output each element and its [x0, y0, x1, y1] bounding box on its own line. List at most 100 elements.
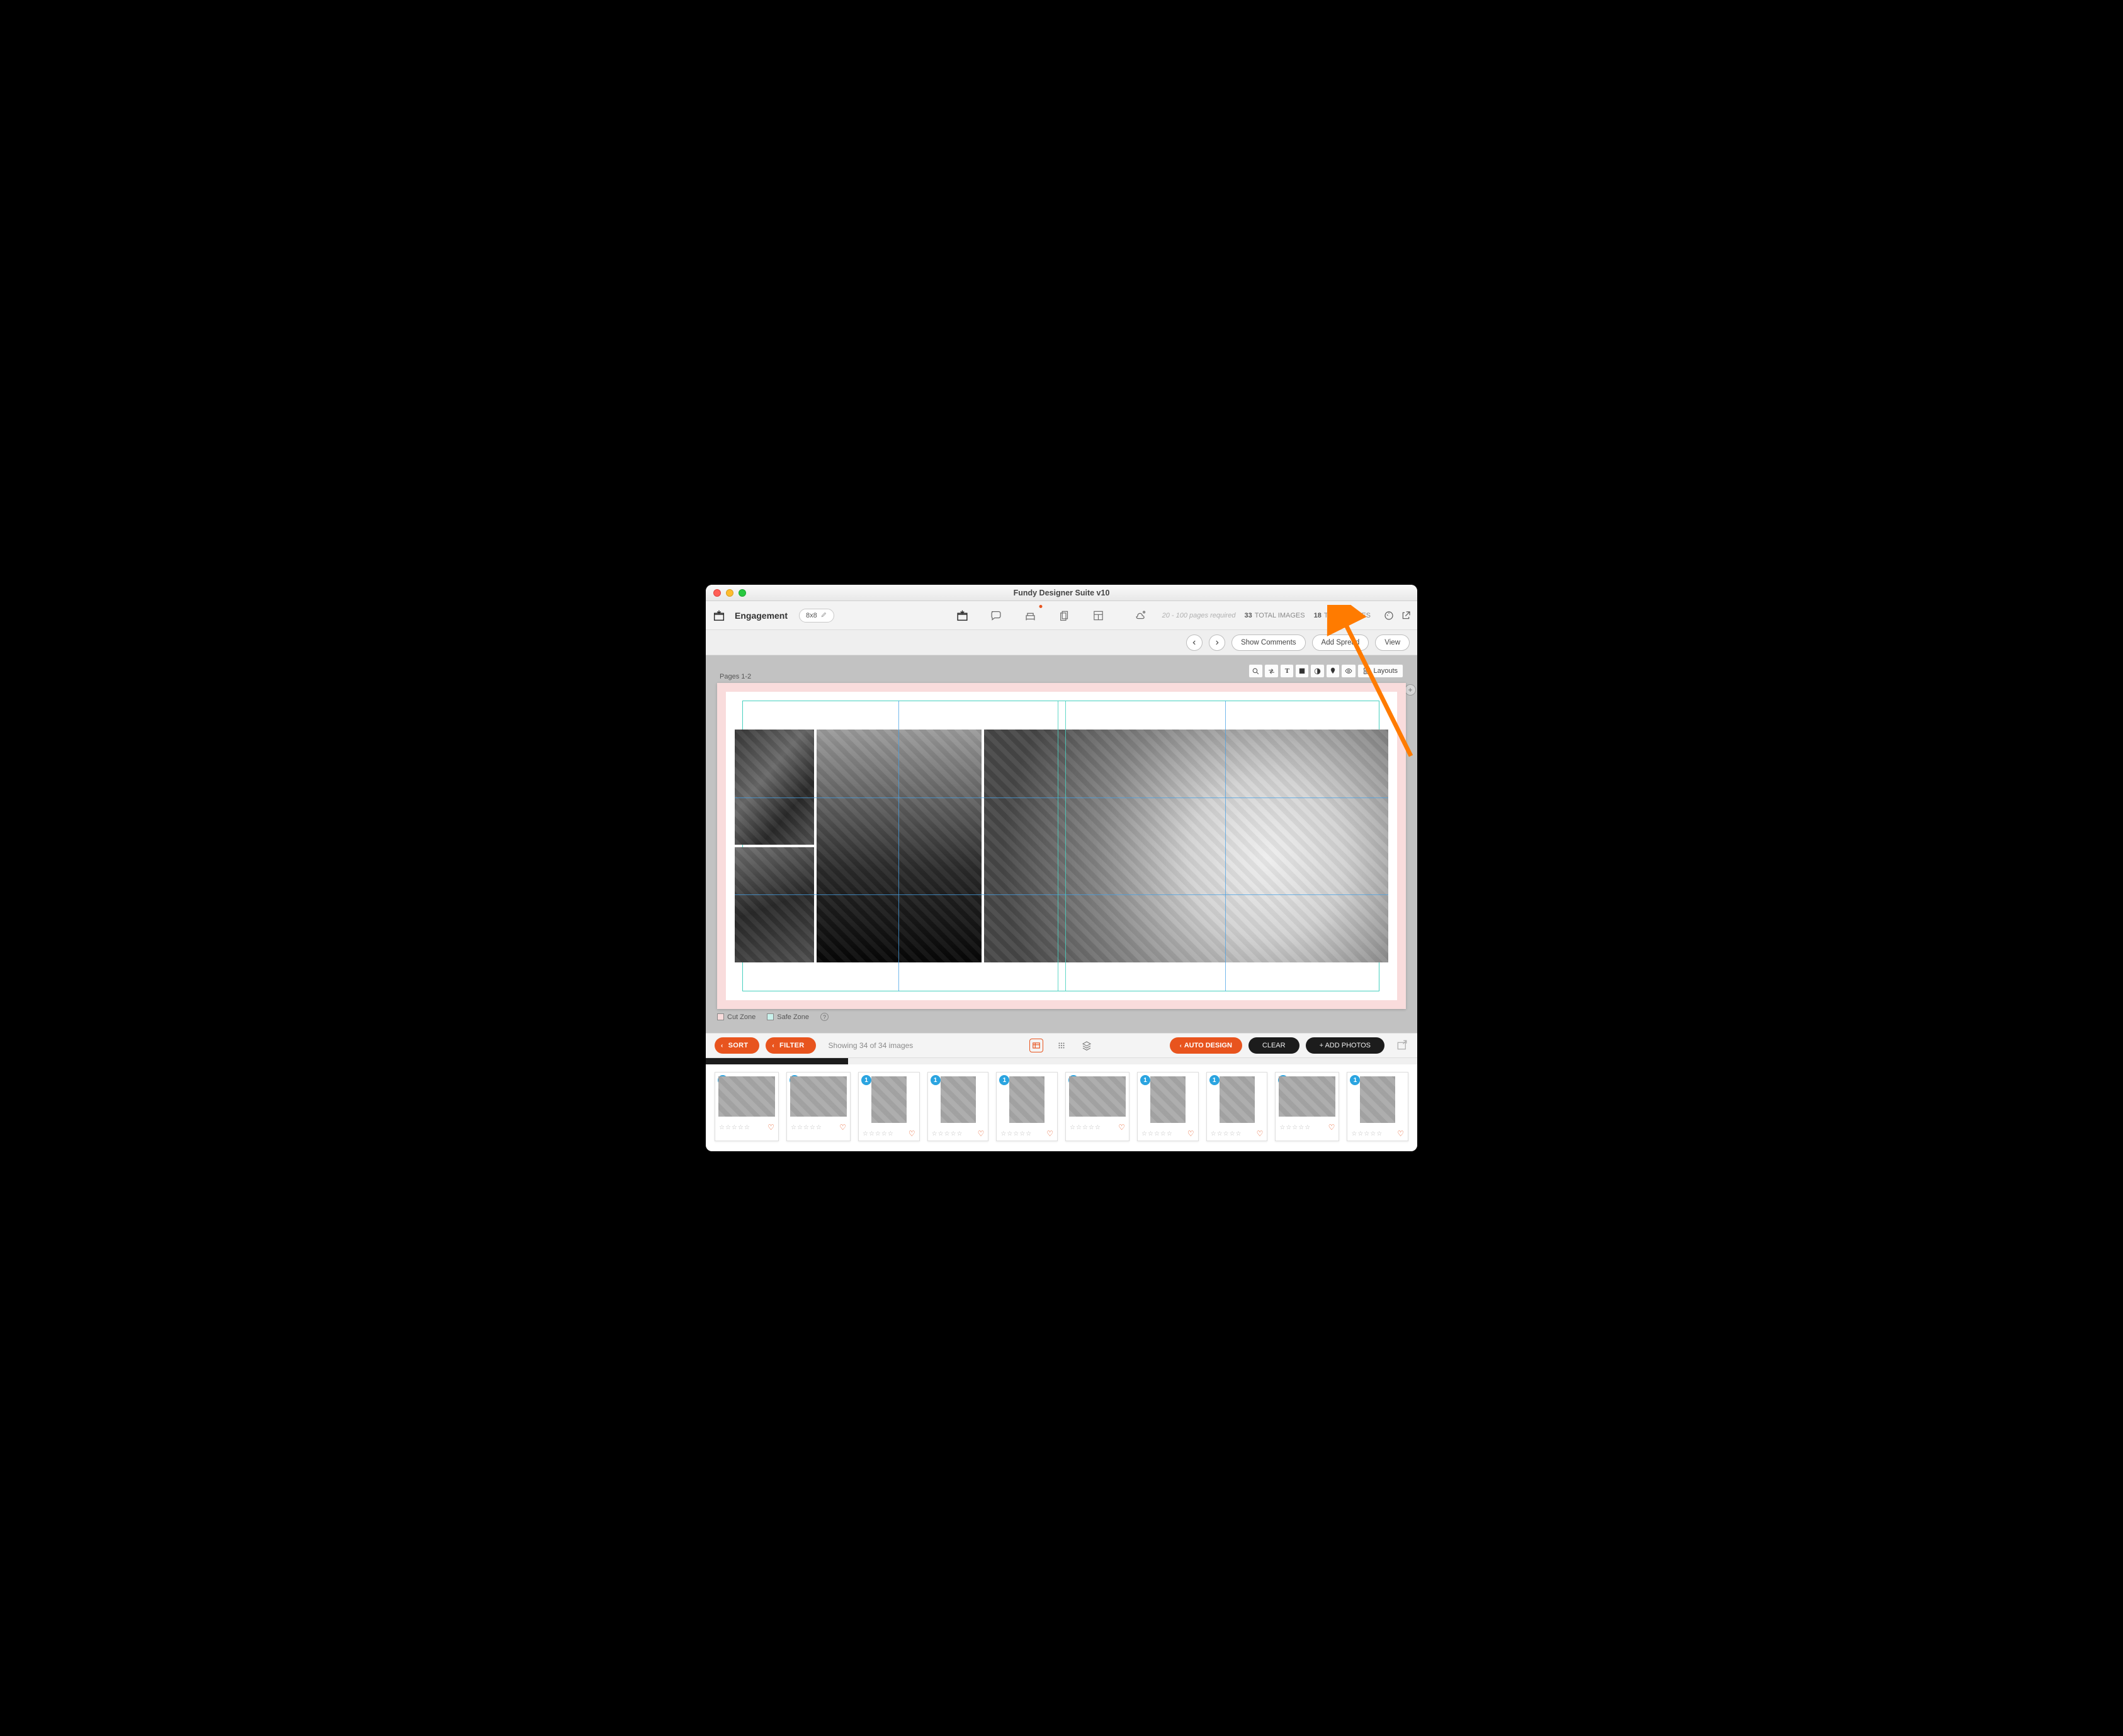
- app-title: Fundy Designer Suite v10: [706, 589, 1417, 597]
- thumbnail-card[interactable]: 1☆☆☆☆☆♡: [927, 1072, 989, 1141]
- swap-tool-icon[interactable]: [1264, 664, 1279, 678]
- spread-image-2[interactable]: [735, 847, 814, 962]
- pin-tool-icon[interactable]: [1326, 664, 1340, 678]
- thumbnail-card[interactable]: 1☆☆☆☆☆♡: [1275, 1072, 1339, 1141]
- rating-stars[interactable]: ☆☆☆☆☆: [1141, 1130, 1173, 1137]
- cut-zone-legend: Cut Zone: [717, 1013, 756, 1021]
- thumbnail-footer: ☆☆☆☆☆ ♡: [1211, 1127, 1264, 1138]
- toolbar-stats: 20 - 100 pages required 33TOTAL IMAGES 1…: [1162, 610, 1411, 621]
- paint-mode-icon[interactable]: [1133, 607, 1150, 624]
- usage-badge: 1: [1140, 1075, 1150, 1085]
- add-spread-button[interactable]: Add Spread: [1312, 634, 1369, 651]
- next-spread-button[interactable]: [1209, 634, 1225, 651]
- favorite-heart-icon[interactable]: ♡: [978, 1129, 985, 1138]
- visibility-tool-icon[interactable]: [1341, 664, 1356, 678]
- image-well: 1☆☆☆☆☆♡1☆☆☆☆☆♡1☆☆☆☆☆♡1☆☆☆☆☆♡1☆☆☆☆☆♡1☆☆☆☆…: [706, 1064, 1417, 1151]
- thumbnail-card[interactable]: 1 ☆☆☆☆☆ ♡: [1206, 1072, 1268, 1141]
- thumbnail-card[interactable]: 1☆☆☆☆☆♡: [715, 1072, 779, 1141]
- album-mode-icon[interactable]: [954, 607, 971, 624]
- thumbnail-footer: ☆☆☆☆☆ ♡: [791, 1120, 846, 1132]
- rating-stars[interactable]: ☆☆☆☆☆: [863, 1130, 894, 1137]
- thumbnail-card[interactable]: 1☆☆☆☆☆♡: [1347, 1072, 1408, 1141]
- thumbnail-image[interactable]: [871, 1076, 907, 1123]
- favorite-heart-icon[interactable]: ♡: [1328, 1123, 1335, 1132]
- favorite-heart-icon[interactable]: ♡: [839, 1123, 846, 1132]
- thumbnail-card[interactable]: 1☆☆☆☆☆♡: [1065, 1072, 1129, 1141]
- rating-stars[interactable]: ☆☆☆☆☆: [719, 1124, 750, 1131]
- show-comments-button[interactable]: Show Comments: [1231, 634, 1306, 651]
- app-window: Fundy Designer Suite v10 ▾ Engagement 8x…: [706, 585, 1417, 1151]
- image-count-status: Showing 34 of 34 images: [829, 1041, 914, 1050]
- album-size-pill[interactable]: 8x8: [799, 609, 834, 623]
- cards-mode-icon[interactable]: [1056, 607, 1073, 624]
- spread-image-4[interactable]: [984, 730, 1388, 962]
- thumbnail-image[interactable]: [1009, 1076, 1045, 1123]
- main-toolbar: Engagement 8x8: [706, 601, 1417, 630]
- add-photos-button[interactable]: + ADD PHOTOS: [1306, 1037, 1384, 1054]
- favorite-heart-icon[interactable]: ♡: [1397, 1129, 1404, 1138]
- rating-stars[interactable]: ☆☆☆☆☆: [932, 1130, 963, 1137]
- filter-button[interactable]: ‹FILTER: [766, 1037, 815, 1054]
- project-icon[interactable]: [712, 609, 726, 623]
- spread-image-1[interactable]: [735, 730, 814, 845]
- album-size-value: 8x8: [806, 612, 817, 619]
- thumbnail-image[interactable]: [1150, 1076, 1186, 1123]
- thumbnail-image[interactable]: [1069, 1076, 1126, 1117]
- rating-stars[interactable]: ☆☆☆☆☆: [1000, 1130, 1032, 1137]
- thumbnail-image[interactable]: [1220, 1076, 1255, 1123]
- thumbnail-card[interactable]: 1 ☆☆☆☆☆ ♡: [1137, 1072, 1199, 1141]
- thumbnail-image[interactable]: [1279, 1076, 1335, 1117]
- favorite-heart-icon[interactable]: ♡: [1118, 1123, 1125, 1132]
- thumbnail-image[interactable]: [790, 1076, 847, 1117]
- spread-image-3[interactable]: [817, 730, 982, 962]
- furniture-mode-icon[interactable]: [1022, 607, 1039, 624]
- thumbnail-card[interactable]: 1☆☆☆☆☆♡: [786, 1072, 851, 1141]
- sort-button[interactable]: ‹SORT: [715, 1037, 759, 1054]
- thumbnail-footer: ☆☆☆☆☆ ♡: [932, 1127, 985, 1138]
- expand-well-icon[interactable]: [1396, 1039, 1408, 1052]
- thumbnail-image[interactable]: [718, 1076, 775, 1117]
- popout-icon[interactable]: [1401, 610, 1411, 621]
- view-button[interactable]: View: [1375, 634, 1410, 651]
- rating-stars[interactable]: ☆☆☆☆☆: [1211, 1130, 1242, 1137]
- favorite-heart-icon[interactable]: ♡: [1046, 1129, 1053, 1138]
- layout-mode-icon[interactable]: [1090, 607, 1107, 624]
- zoom-tool-icon[interactable]: [1248, 664, 1263, 678]
- text-tool-icon[interactable]: T: [1280, 664, 1294, 678]
- thumbnail-card[interactable]: 1☆☆☆☆☆♡: [858, 1072, 920, 1141]
- mode-switcher: [954, 607, 1150, 624]
- album-spread[interactable]: [726, 692, 1397, 1000]
- titlebar: Fundy Designer Suite v10 ▾: [706, 585, 1417, 601]
- usage-badge: 1: [1209, 1075, 1220, 1085]
- legend-help-icon[interactable]: ?: [820, 1013, 829, 1021]
- rating-stars[interactable]: ☆☆☆☆☆: [1279, 1124, 1311, 1131]
- layouts-button[interactable]: Layouts: [1357, 664, 1403, 678]
- rating-stars[interactable]: ☆☆☆☆☆: [1351, 1130, 1383, 1137]
- stack-view-icon[interactable]: [1080, 1039, 1094, 1052]
- thumbnail-image[interactable]: [941, 1076, 976, 1123]
- usage-badge: 1: [999, 1075, 1009, 1085]
- grid-view-icon[interactable]: [1029, 1039, 1043, 1052]
- thumbnail-image[interactable]: [1360, 1076, 1395, 1123]
- thumbnail-footer: ☆☆☆☆☆ ♡: [1141, 1127, 1194, 1138]
- thumbnail-card[interactable]: 1 ☆☆☆☆☆ ♡: [996, 1072, 1058, 1141]
- sync-icon[interactable]: [1383, 610, 1395, 621]
- rating-stars[interactable]: ☆☆☆☆☆: [791, 1124, 822, 1131]
- add-spread-inline-button[interactable]: +: [1405, 684, 1416, 696]
- favorite-heart-icon[interactable]: ♡: [1257, 1129, 1264, 1138]
- total-pages-stat: 18TOTAL PAGES: [1314, 612, 1371, 619]
- rating-stars[interactable]: ☆☆☆☆☆: [1070, 1124, 1101, 1131]
- pages-required: 20 - 100 pages required: [1162, 612, 1236, 619]
- thumbnail-footer: ☆☆☆☆☆ ♡: [1279, 1120, 1335, 1132]
- prev-spread-button[interactable]: [1186, 634, 1203, 651]
- favorite-heart-icon[interactable]: ♡: [909, 1129, 915, 1138]
- contrast-tool-icon[interactable]: [1310, 664, 1325, 678]
- favorite-heart-icon[interactable]: ♡: [767, 1123, 774, 1132]
- chat-mode-icon[interactable]: [988, 607, 1005, 624]
- clear-button[interactable]: CLEAR: [1248, 1037, 1299, 1054]
- list-view-icon[interactable]: [1055, 1039, 1068, 1052]
- filmstrip-scroll-indicator: [706, 1058, 848, 1064]
- favorite-heart-icon[interactable]: ♡: [1187, 1129, 1194, 1138]
- auto-design-button[interactable]: ‹AUTO DESIGN: [1170, 1037, 1242, 1054]
- fill-tool-icon[interactable]: [1295, 664, 1309, 678]
